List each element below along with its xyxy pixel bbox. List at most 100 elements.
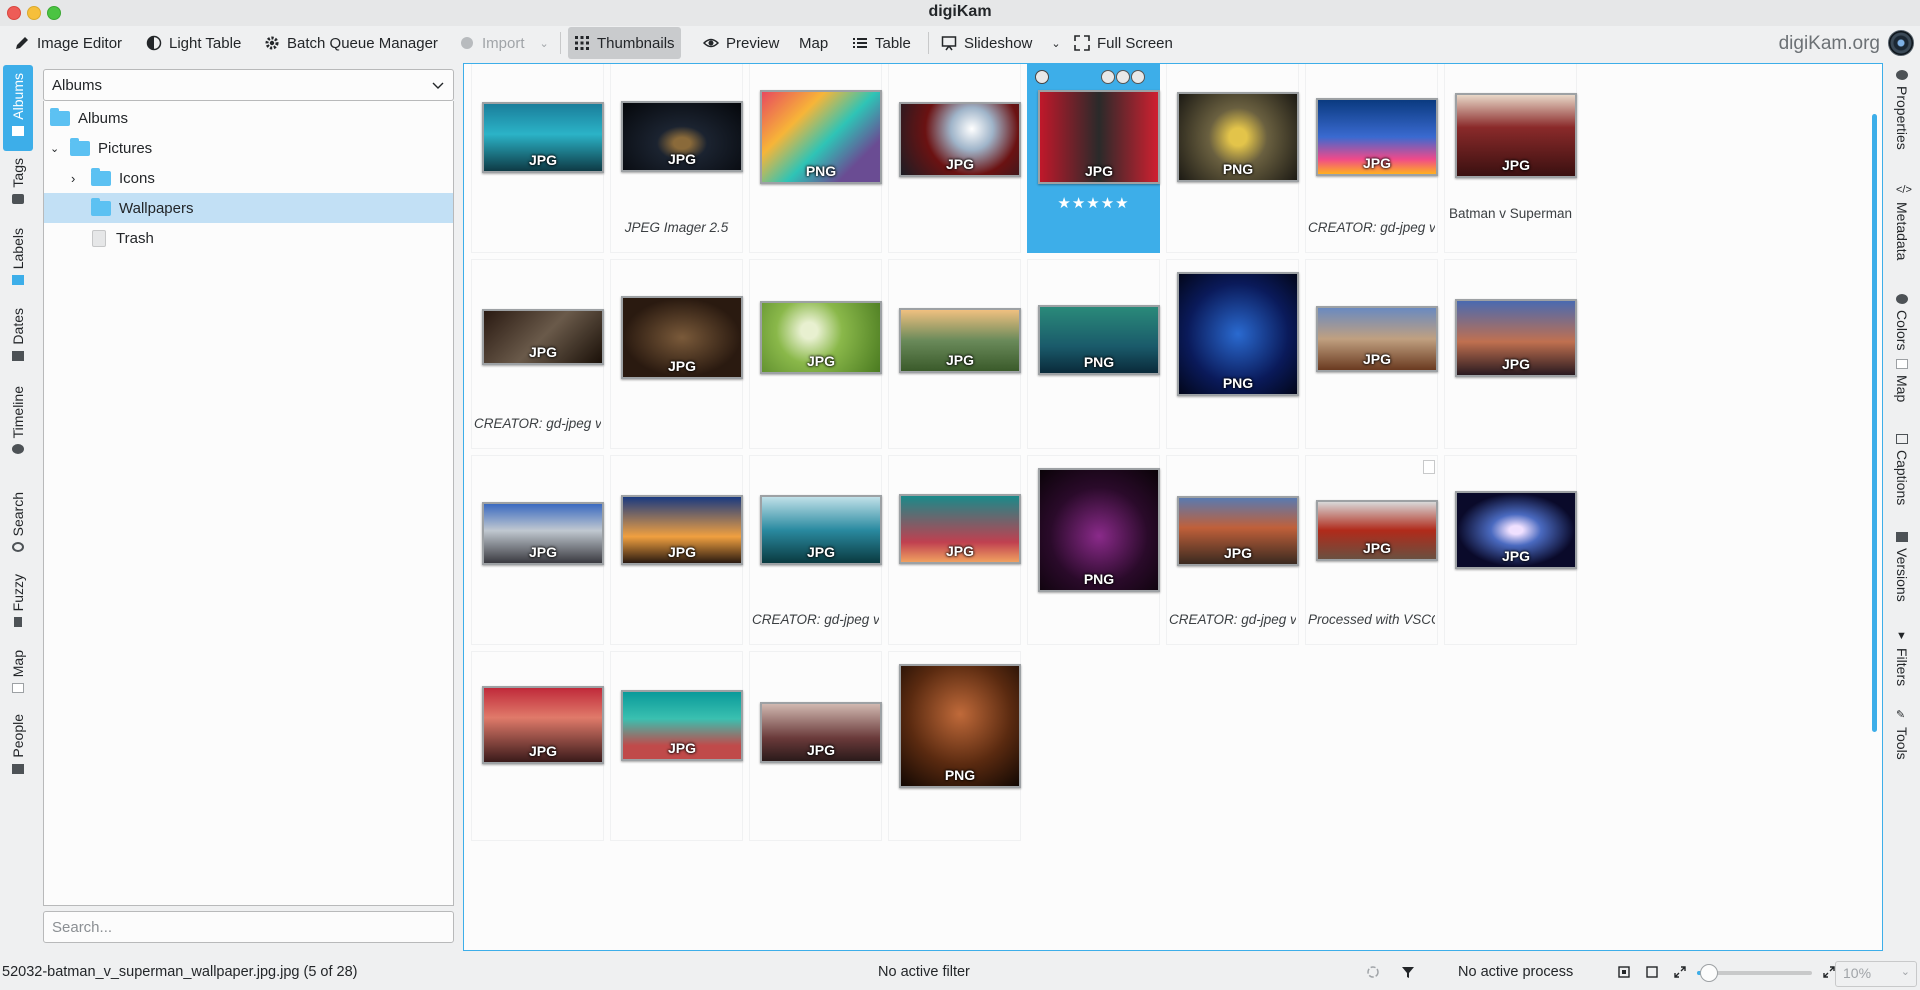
thumbnail-item[interactable]: PNG: [1166, 64, 1299, 253]
thumbnail-image[interactable]: JPG: [482, 102, 604, 173]
thumbnail-image[interactable]: JPG: [1316, 306, 1438, 372]
recycle-icon[interactable]: [1366, 965, 1380, 979]
zoom-slider[interactable]: [1697, 964, 1812, 982]
thumbnails-view-button[interactable]: Thumbnails: [568, 27, 681, 59]
thumbnail-item[interactable]: JPG: [749, 651, 882, 841]
tab-map-right[interactable]: Map: [1884, 359, 1920, 429]
thumbnail-image[interactable]: PNG: [760, 90, 882, 184]
thumbnail-image[interactable]: PNG: [1177, 92, 1299, 182]
tab-search[interactable]: Search: [3, 492, 33, 572]
thumbnail-image[interactable]: JPG: [621, 495, 743, 565]
thumbnail-item[interactable]: JPG: [749, 259, 882, 449]
play-icon[interactable]: [1101, 70, 1115, 84]
thumbnail-image[interactable]: JPG: [899, 494, 1021, 564]
thumbnail-item[interactable]: JPG ★★★★★: [1027, 64, 1160, 253]
slideshow-dropdown-chevron-icon[interactable]: ⌄: [1051, 37, 1060, 50]
thumbnail-image[interactable]: PNG: [899, 664, 1021, 788]
thumbnail-item[interactable]: JPG CREATOR: gd-jpeg v1.0...: [471, 259, 604, 449]
image-editor-button[interactable]: Image Editor: [8, 27, 128, 59]
thumbnail-item[interactable]: PNG: [1027, 259, 1160, 449]
tab-dates[interactable]: Dates: [3, 308, 33, 378]
thumbnail-image[interactable]: JPG: [482, 502, 604, 565]
zoom-out-icon[interactable]: [1673, 965, 1687, 979]
thumbnail-image[interactable]: JPG: [482, 309, 604, 365]
map-view-button[interactable]: Map: [793, 27, 834, 59]
thumbnail-image[interactable]: JPG: [1455, 93, 1577, 178]
thumbnail-image[interactable]: JPG: [899, 308, 1021, 373]
brand-link[interactable]: digiKam.org: [1779, 33, 1880, 55]
tab-properties[interactable]: Properties: [1884, 70, 1920, 174]
rotate-left-icon[interactable]: [1116, 70, 1130, 84]
tree-item-icons[interactable]: › Icons: [44, 163, 453, 193]
rating-stars[interactable]: ★★★★★: [1028, 194, 1159, 212]
full-screen-button[interactable]: Full Screen: [1068, 27, 1179, 59]
thumbnail-item[interactable]: JPG CREATOR: gd-jpeg v1.0...: [1166, 455, 1299, 645]
thumbnail-item[interactable]: JPG: [610, 455, 743, 645]
thumbnail-image[interactable]: JPG: [1455, 491, 1577, 569]
thumbnail-item[interactable]: JPG: [610, 651, 743, 841]
tab-tags[interactable]: Tags: [3, 158, 33, 238]
tree-item-wallpapers[interactable]: Wallpapers: [44, 193, 453, 223]
batch-queue-manager-button[interactable]: Batch Queue Manager: [258, 27, 444, 59]
reject-icon[interactable]: [1035, 70, 1049, 84]
thumbnail-image[interactable]: JPG: [760, 702, 882, 763]
collapsed-chevron-icon[interactable]: ›: [71, 171, 83, 186]
import-button[interactable]: Import ⌄: [453, 27, 555, 59]
grid-scrollbar[interactable]: [1872, 114, 1877, 732]
thumbnail-image[interactable]: JPG: [760, 495, 882, 565]
thumbnail-item[interactable]: PNG: [749, 64, 882, 253]
tree-item-albums[interactable]: Albums: [44, 103, 453, 133]
thumbnail-image[interactable]: JPG: [621, 296, 743, 379]
tab-versions[interactable]: Versions: [1884, 532, 1920, 622]
thumbnail-item[interactable]: JPG: [1444, 259, 1577, 449]
preview-view-button[interactable]: Preview: [697, 27, 785, 59]
thumbnail-item[interactable]: JPG CREATOR: gd-jpeg v1.0...: [1305, 64, 1438, 253]
album-search-input[interactable]: [43, 911, 454, 943]
thumbnail-image[interactable]: JPG: [1177, 496, 1299, 566]
thumbnail-image[interactable]: JPG: [1316, 98, 1438, 176]
thumbnail-item[interactable]: JPG JPEG Imager 2.5: [610, 64, 743, 253]
thumbnail-item[interactable]: JPG: [1305, 259, 1438, 449]
tree-item-trash[interactable]: Trash: [44, 223, 453, 253]
zoom-fit-icon[interactable]: [1617, 965, 1631, 979]
thumbnail-image[interactable]: JPG: [899, 102, 1021, 177]
thumbnail-item[interactable]: JPG: [888, 64, 1021, 253]
thumbnail-item[interactable]: PNG: [888, 651, 1021, 841]
tab-people[interactable]: People: [3, 714, 33, 794]
tab-albums[interactable]: Albums: [3, 65, 33, 151]
slideshow-button[interactable]: Slideshow ⌄: [935, 27, 1067, 59]
thumbnail-item[interactable]: JPG: [888, 455, 1021, 645]
thumbnail-image[interactable]: JPG: [621, 101, 743, 172]
thumbnail-item[interactable]: JPG Processed with VSCOc...: [1305, 455, 1438, 645]
import-dropdown-chevron-icon[interactable]: ⌄: [540, 37, 549, 50]
tab-map[interactable]: Map: [3, 650, 33, 712]
tab-labels[interactable]: Labels: [3, 228, 33, 312]
table-view-button[interactable]: Table: [846, 27, 917, 59]
tab-captions[interactable]: Captions: [1884, 434, 1920, 534]
thumbnail-image[interactable]: JPG: [1038, 90, 1160, 184]
thumbnail-item[interactable]: JPG Batman v Superman: [1444, 64, 1577, 253]
tree-item-pictures[interactable]: ⌄ Pictures: [44, 133, 453, 163]
thumbnail-item[interactable]: JPG: [610, 259, 743, 449]
thumbnail-item[interactable]: JPG: [471, 455, 604, 645]
zoom-slider-handle[interactable]: [1699, 964, 1718, 982]
thumbnail-image[interactable]: JPG: [1316, 500, 1438, 561]
zoom-actual-icon[interactable]: [1645, 965, 1659, 979]
thumbnail-image[interactable]: PNG: [1038, 468, 1160, 592]
thumbnail-item[interactable]: JPG CREATOR: gd-jpeg v1.0...: [749, 455, 882, 645]
expanded-chevron-icon[interactable]: ⌄: [50, 142, 62, 155]
rotate-right-icon[interactable]: [1131, 70, 1145, 84]
thumbnail-image[interactable]: JPG: [1455, 299, 1577, 377]
thumbnail-item[interactable]: JPG: [1444, 455, 1577, 645]
zoom-level-field[interactable]: 10% ⌄: [1835, 961, 1917, 987]
thumbnail-image[interactable]: JPG: [760, 301, 882, 374]
thumbnail-item[interactable]: JPG: [471, 64, 604, 253]
tab-fuzzy[interactable]: Fuzzy: [3, 574, 33, 654]
tab-tools[interactable]: ✎ Tools: [1884, 708, 1920, 798]
thumbnail-item[interactable]: PNG: [1166, 259, 1299, 449]
thumbnail-image[interactable]: JPG: [621, 690, 743, 761]
tab-timeline[interactable]: Timeline: [3, 386, 33, 488]
thumbnail-image[interactable]: JPG: [482, 686, 604, 764]
thumbnail-image[interactable]: PNG: [1038, 305, 1160, 375]
tab-metadata[interactable]: </> Metadata: [1884, 184, 1920, 284]
